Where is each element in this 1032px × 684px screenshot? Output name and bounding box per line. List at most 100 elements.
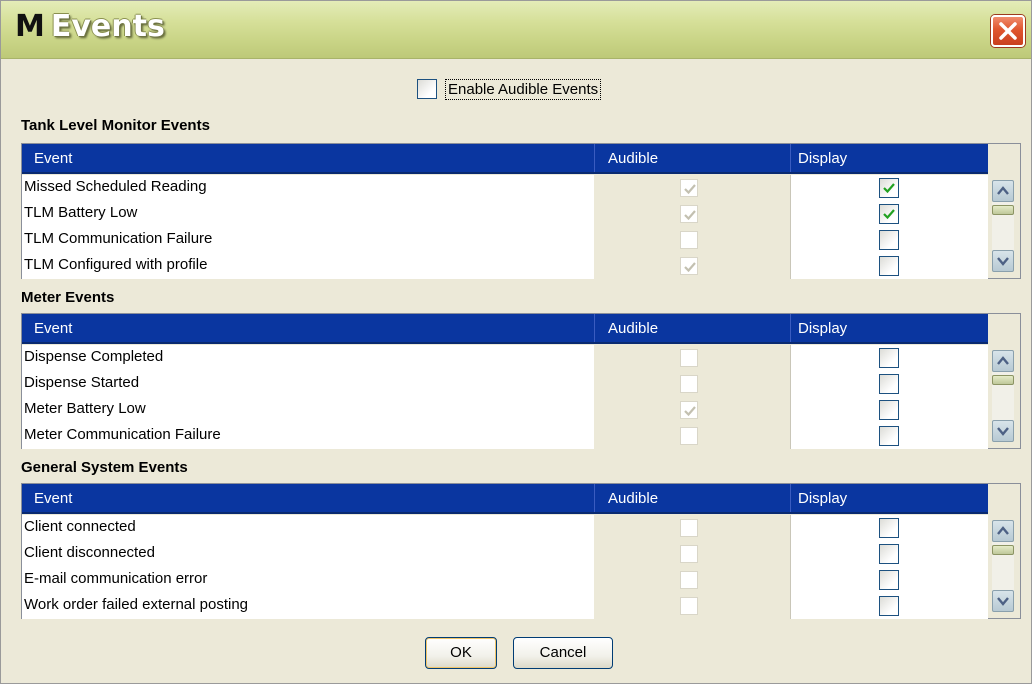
display-cell — [790, 515, 988, 541]
display-checkbox[interactable] — [879, 400, 899, 420]
display-checkbox[interactable] — [879, 518, 899, 538]
event-name-cell: TLM Configured with profile — [22, 253, 594, 279]
column-header-event[interactable]: Event — [34, 150, 72, 167]
table-row[interactable]: Client disconnected — [22, 541, 988, 567]
event-name-cell: Client disconnected — [22, 541, 594, 567]
display-checkbox[interactable] — [879, 230, 899, 250]
app-icon: M — [15, 9, 45, 44]
display-checkbox[interactable] — [879, 348, 899, 368]
window-title: M Events — [15, 9, 165, 44]
display-checkbox[interactable] — [879, 178, 899, 198]
column-header-event[interactable]: Event — [34, 490, 72, 507]
event-name-cell: Meter Communication Failure — [22, 423, 594, 449]
display-checkbox[interactable] — [879, 570, 899, 590]
close-button[interactable] — [991, 15, 1025, 47]
display-checkbox[interactable] — [879, 544, 899, 564]
audible-cell — [594, 567, 790, 593]
scroll-up-button[interactable] — [992, 350, 1014, 372]
display-cell — [790, 175, 988, 201]
audible-checkbox — [680, 349, 698, 367]
display-checkbox[interactable] — [879, 374, 899, 394]
audible-checkbox — [680, 427, 698, 445]
event-name-cell: Client connected — [22, 515, 594, 541]
enable-audible-checkbox[interactable] — [417, 79, 437, 99]
table-row[interactable]: TLM Configured with profile — [22, 253, 988, 279]
close-icon — [999, 22, 1017, 40]
display-cell — [790, 345, 988, 371]
enable-audible-row[interactable]: Enable Audible Events — [417, 77, 602, 101]
audible-checkbox — [680, 545, 698, 563]
audible-cell — [594, 345, 790, 371]
chevron-down-icon — [997, 597, 1009, 606]
audible-checkbox — [680, 205, 698, 223]
display-checkbox[interactable] — [879, 256, 899, 276]
audible-checkbox — [680, 519, 698, 537]
audible-checkbox — [680, 571, 698, 589]
display-cell — [790, 423, 988, 449]
table-header: Event Audible Display — [22, 314, 988, 344]
cancel-button[interactable]: Cancel — [513, 637, 613, 669]
event-name-cell: E-mail communication error — [22, 567, 594, 593]
table-row[interactable]: Meter Battery Low — [22, 397, 988, 423]
table-row[interactable]: E-mail communication error — [22, 567, 988, 593]
scroll-down-button[interactable] — [992, 420, 1014, 442]
audible-cell — [594, 515, 790, 541]
column-header-audible[interactable]: Audible — [608, 150, 658, 167]
audible-cell — [594, 397, 790, 423]
table-row[interactable]: Dispense Started — [22, 371, 988, 397]
scroll-up-button[interactable] — [992, 520, 1014, 542]
chevron-up-icon — [997, 186, 1009, 195]
event-name-cell: Meter Battery Low — [22, 397, 594, 423]
display-cell — [790, 253, 988, 279]
table-row[interactable]: Work order failed external posting — [22, 593, 988, 619]
table-row[interactable]: TLM Battery Low — [22, 201, 988, 227]
audible-checkbox — [680, 375, 698, 393]
column-header-display[interactable]: Display — [798, 150, 847, 167]
table-row[interactable]: Meter Communication Failure — [22, 423, 988, 449]
audible-cell — [594, 227, 790, 253]
column-header-audible[interactable]: Audible — [608, 490, 658, 507]
events-table: Event Audible Display Client connected Clien… — [21, 483, 1021, 619]
display-cell — [790, 567, 988, 593]
window-title-label: Events — [50, 9, 165, 44]
display-checkbox[interactable] — [879, 426, 899, 446]
display-cell — [790, 397, 988, 423]
events-dialog: M Events Enable Audible Events Tank Level… — [0, 0, 1032, 684]
scroll-thumb[interactable] — [992, 545, 1014, 555]
table-row[interactable]: Dispense Completed — [22, 345, 988, 371]
scroll-thumb[interactable] — [992, 205, 1014, 215]
table-row[interactable]: Missed Scheduled Reading — [22, 175, 988, 201]
scroll-down-button[interactable] — [992, 590, 1014, 612]
audible-checkbox — [680, 597, 698, 615]
ok-button[interactable]: OK — [425, 637, 497, 669]
display-cell — [790, 541, 988, 567]
audible-checkbox — [680, 179, 698, 197]
display-cell — [790, 593, 988, 619]
title-bar[interactable]: M Events — [1, 1, 1031, 59]
display-checkbox[interactable] — [879, 596, 899, 616]
table-row[interactable]: TLM Communication Failure — [22, 227, 988, 253]
display-cell — [790, 371, 988, 397]
section-title: General System Events — [21, 459, 188, 476]
column-header-display[interactable]: Display — [798, 490, 847, 507]
enable-audible-label[interactable]: Enable Audible Events — [445, 78, 602, 100]
scroll-thumb[interactable] — [992, 375, 1014, 385]
scroll-down-button[interactable] — [992, 250, 1014, 272]
display-cell — [790, 201, 988, 227]
event-name-cell: Dispense Started — [22, 371, 594, 397]
table-row[interactable]: Client connected — [22, 515, 988, 541]
audible-cell — [594, 541, 790, 567]
audible-checkbox — [680, 231, 698, 249]
scroll-up-button[interactable] — [992, 180, 1014, 202]
audible-checkbox — [680, 257, 698, 275]
column-header-display[interactable]: Display — [798, 320, 847, 337]
chevron-up-icon — [997, 356, 1009, 365]
audible-cell — [594, 593, 790, 619]
events-table: Event Audible Display Dispense Completed Dis… — [21, 313, 1021, 449]
section-title: Tank Level Monitor Events — [21, 117, 210, 134]
display-checkbox[interactable] — [879, 204, 899, 224]
column-header-audible[interactable]: Audible — [608, 320, 658, 337]
column-header-event[interactable]: Event — [34, 320, 72, 337]
event-name-cell: Work order failed external posting — [22, 593, 594, 619]
event-name-cell: Dispense Completed — [22, 345, 594, 371]
